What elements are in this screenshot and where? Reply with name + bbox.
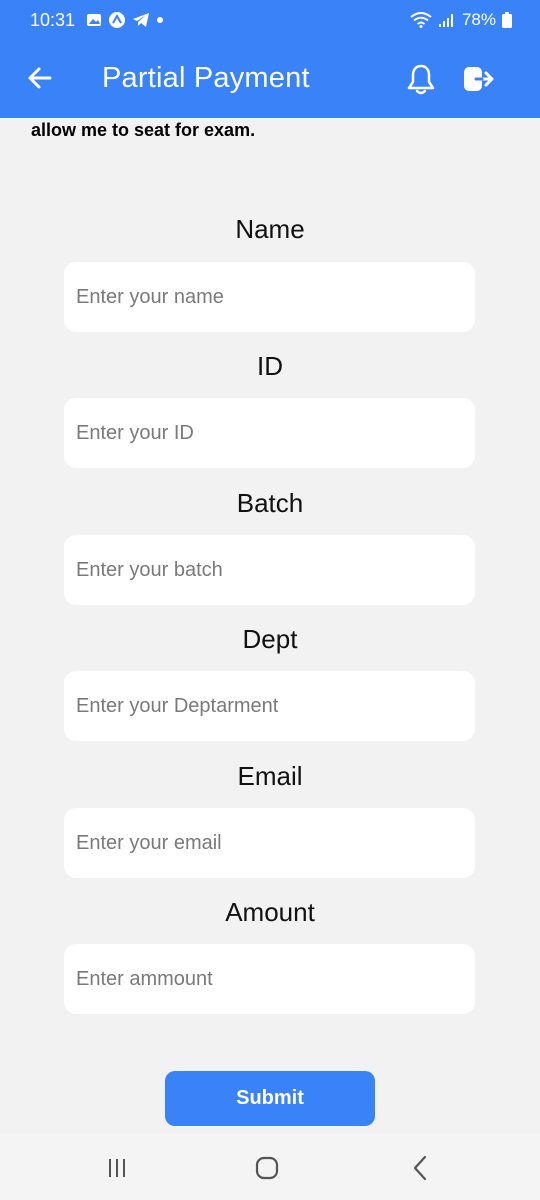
amount-label: Amount <box>225 897 315 927</box>
more-dot-icon <box>157 17 163 23</box>
logout-icon <box>464 67 494 91</box>
gallery-icon <box>87 14 101 26</box>
id-label: ID <box>257 351 283 381</box>
chevron-left-icon <box>413 1155 427 1181</box>
dept-input[interactable] <box>64 671 475 741</box>
email-label: Email <box>237 761 303 791</box>
batch-label: Batch <box>236 488 304 518</box>
wifi-icon <box>410 12 432 28</box>
status-notification-icons <box>86 11 164 29</box>
page-title: Partial Payment <box>102 62 310 94</box>
email-input[interactable] <box>64 808 475 878</box>
app-notification-icon <box>109 12 125 28</box>
batch-input[interactable] <box>64 535 475 605</box>
bell-icon <box>407 64 435 95</box>
nav-home-button[interactable] <box>247 1153 287 1183</box>
name-input[interactable] <box>64 262 475 332</box>
nav-back-button[interactable] <box>400 1153 440 1183</box>
status-bar: 10:31 78% <box>0 0 540 40</box>
system-nav-bar <box>0 1133 540 1200</box>
status-time: 10:31 <box>30 10 76 30</box>
name-label: Name <box>235 214 305 244</box>
amount-input[interactable] <box>64 944 475 1014</box>
id-input[interactable] <box>64 398 475 468</box>
notifications-button[interactable] <box>404 62 438 96</box>
top-app-bar: 10:31 78% Partial Payment <box>0 0 540 118</box>
nav-recents-button[interactable] <box>97 1153 137 1183</box>
telegram-icon <box>133 13 149 27</box>
logout-button[interactable] <box>461 62 495 96</box>
home-icon <box>255 1156 279 1180</box>
signal-icon <box>438 14 453 27</box>
recents-icon <box>109 1159 125 1177</box>
back-button[interactable] <box>24 62 56 94</box>
battery-percent: 78% <box>461 10 496 29</box>
submit-button[interactable]: Submit <box>165 1071 375 1126</box>
arrow-left-icon <box>28 67 52 89</box>
dept-label: Dept <box>242 624 298 654</box>
instruction-text: allow me to seat for exam. <box>31 120 256 140</box>
battery-icon <box>502 12 512 28</box>
status-system-icons: 78% <box>410 10 512 30</box>
